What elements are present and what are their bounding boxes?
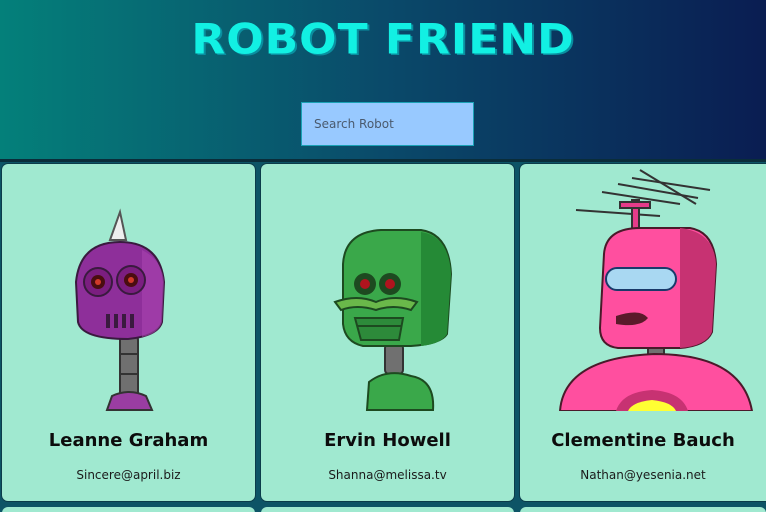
app-title: ROBOT FRIEND <box>191 15 575 64</box>
robot-card[interactable]: Ervin Howell Shanna@melissa.tv <box>261 164 514 501</box>
search-input[interactable] <box>301 102 474 146</box>
robot-name: Clementine Bauch <box>551 430 735 451</box>
robot-card-partial[interactable] <box>520 507 766 512</box>
robot-card-partial[interactable] <box>261 507 514 512</box>
purple-robot-avatar <box>74 208 166 411</box>
robot-email: Nathan@yesenia.net <box>580 468 706 482</box>
app-header: ROBOT FRIEND <box>0 0 766 159</box>
robot-email: Sincere@april.biz <box>76 468 181 482</box>
robot-card[interactable]: Clementine Bauch Nathan@yesenia.net <box>520 164 766 501</box>
pink-robot-avatar <box>558 169 754 411</box>
green-robot-avatar <box>333 229 453 411</box>
robot-card[interactable]: Leanne Graham Sincere@april.biz <box>2 164 255 501</box>
robot-name: Ervin Howell <box>324 430 451 451</box>
robot-name: Leanne Graham <box>48 430 209 451</box>
robot-card-partial[interactable] <box>2 507 255 512</box>
robot-email: Shanna@melissa.tv <box>328 468 447 482</box>
